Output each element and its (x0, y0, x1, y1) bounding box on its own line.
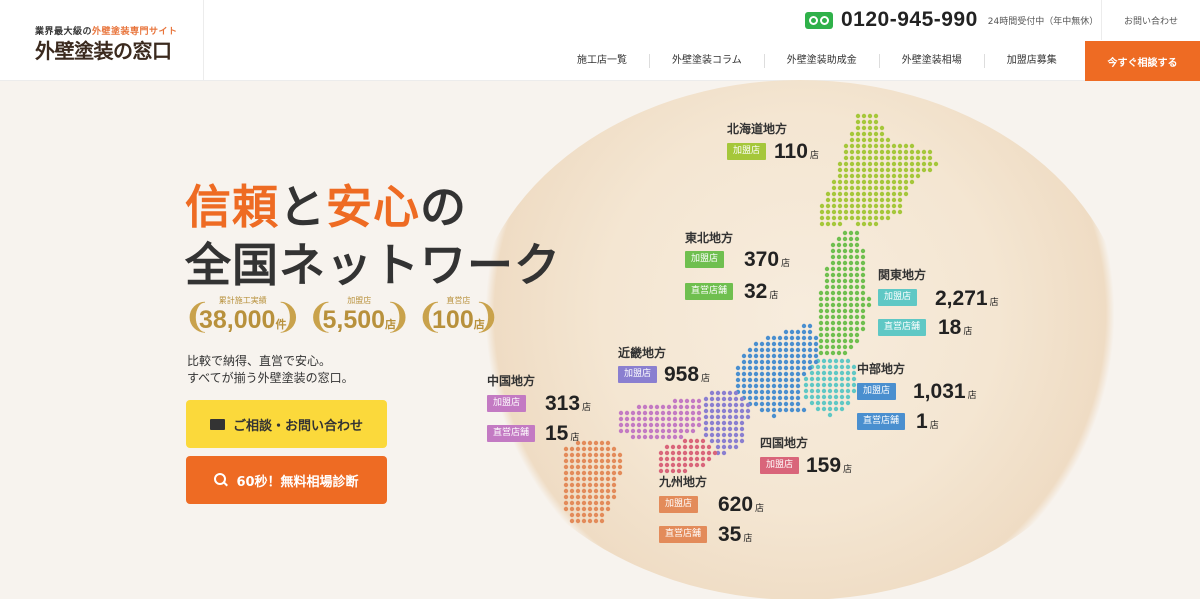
map-region-kinki (703, 390, 751, 456)
consult-now-button[interactable]: 今すぐ相談する (1085, 41, 1200, 81)
map-region-tohoku (818, 230, 872, 356)
phone-number[interactable]: 0120-945-990 (841, 8, 978, 32)
region-kanto-name: 関東地方 (878, 268, 927, 282)
chubu-direct-badge: 直営店舗 (857, 413, 906, 430)
map-region-hokkaido (819, 113, 939, 227)
map-region-chugoku (618, 398, 702, 440)
kyushu-member-count: 620 店 (718, 493, 765, 516)
stat-member-stores: ❨ 加盟店 5,500店 ❩ (306, 295, 413, 338)
phone-contact[interactable]: 0120-945-990 24時間受付中（年中無休） (805, 8, 1098, 32)
tohoku-member-badge: 加盟店 (685, 251, 725, 268)
laurel-icon: ❨ (183, 297, 212, 337)
chugoku-member-count: 313 店 (545, 392, 592, 415)
region-shikoku-name: 四国地方 (760, 436, 809, 450)
phone-hours: 24時間受付中（年中無休） (987, 16, 1099, 27)
shikoku-member-badge: 加盟店 (760, 457, 800, 474)
site-header: 業界最大級の外壁塗装専門サイト 外壁塗装の窓口 0120-945-990 24時… (0, 0, 1200, 81)
region-chubu-name: 中部地方 (857, 362, 906, 376)
kyushu-direct-count: 35 店 (718, 523, 753, 546)
laurel-icon: ❩ (383, 297, 413, 337)
hokkaido-member-count: 110 店 (774, 140, 819, 163)
stat-total-works: ❨ 累計施工実績 38,000件 ❩ (183, 295, 303, 338)
region-hokkaido-name: 北海道地方 (727, 122, 788, 136)
kyushu-member-badge: 加盟店 (659, 496, 699, 513)
region-tohoku-name: 東北地方 (685, 231, 734, 245)
main-nav: 施工店一覧 外壁塗装コラム 外壁塗装助成金 外壁塗装相場 加盟店募集 (555, 41, 1079, 81)
search-icon (214, 473, 228, 487)
chubu-member-badge: 加盟店 (857, 383, 897, 400)
price-diagnosis-button[interactable]: 60秒！無料相場診断 (186, 456, 387, 504)
contact-link[interactable]: お問い合わせ (1101, 0, 1200, 40)
kanto-member-count: 2,271 店 (935, 287, 999, 310)
hero-subcopy: 比較で納得、直営で安心。 すべてが揃う外壁塗装の窓口。 (187, 354, 354, 385)
japan-network-map: 北海道地方 加盟店 110 店 東北地方 加盟店 370 店 直営店舗 32 店 関東… (487, 105, 999, 546)
region-chugoku-name: 中国地方 (487, 374, 536, 388)
free-dial-icon (805, 11, 833, 29)
chugoku-member-badge: 加盟店 (487, 395, 527, 412)
kanto-direct-count: 18 店 (938, 316, 973, 339)
chubu-member-count: 1,031 店 (913, 380, 977, 403)
kinki-member-count: 958 店 (664, 363, 711, 386)
laurel-icon: ❨ (416, 297, 445, 337)
hokkaido-member-badge: 加盟店 (727, 143, 767, 160)
map-region-shikoku (658, 438, 718, 474)
chubu-direct-count: 1店 (916, 410, 939, 433)
shikoku-member-count: 159 店 (806, 454, 853, 477)
logo-name: 外壁塗装の窓口 (35, 39, 172, 63)
laurel-icon: ❨ (306, 297, 335, 337)
region-kinki-name: 近畿地方 (618, 346, 667, 360)
stat-direct-stores: ❨ 直営店 100店 ❩ (416, 295, 501, 338)
kanto-direct-badge: 直営店舗 (878, 319, 927, 336)
map-region-kyushu (563, 440, 623, 524)
kinki-member-badge: 加盟店 (618, 366, 658, 383)
nav-recruit[interactable]: 加盟店募集 (985, 54, 1079, 68)
nav-price[interactable]: 外壁塗装相場 (880, 54, 985, 68)
hero-headline: 信頼と安心の 全国ネットワーク (185, 180, 561, 292)
mail-icon (209, 418, 225, 430)
logo[interactable]: 業界最大級の外壁塗装専門サイト 外壁塗装の窓口 (0, 0, 204, 81)
laurel-icon: ❩ (472, 297, 501, 337)
stats-row: ❨ 累計施工実績 38,000件 ❩ ❨ 加盟店 5,500店 ❩ ❨ 直営店 … (183, 293, 501, 341)
consult-contact-button[interactable]: ご相談・お問い合わせ (186, 400, 387, 448)
chugoku-direct-count: 15 店 (545, 422, 580, 445)
kanto-member-badge: 加盟店 (878, 289, 918, 306)
region-kyushu-name: 九州地方 (659, 475, 708, 489)
laurel-icon: ❩ (273, 297, 303, 337)
tohoku-member-count: 370 店 (744, 248, 791, 271)
nav-contractor-list[interactable]: 施工店一覧 (555, 54, 650, 68)
kyushu-direct-badge: 直営店舗 (659, 526, 708, 543)
chugoku-direct-badge: 直営店舗 (487, 425, 536, 442)
tohoku-direct-count: 32 店 (744, 280, 779, 303)
tohoku-direct-badge: 直営店舗 (685, 283, 734, 300)
nav-subsidy[interactable]: 外壁塗装助成金 (765, 54, 880, 68)
nav-column[interactable]: 外壁塗装コラム (650, 54, 765, 68)
